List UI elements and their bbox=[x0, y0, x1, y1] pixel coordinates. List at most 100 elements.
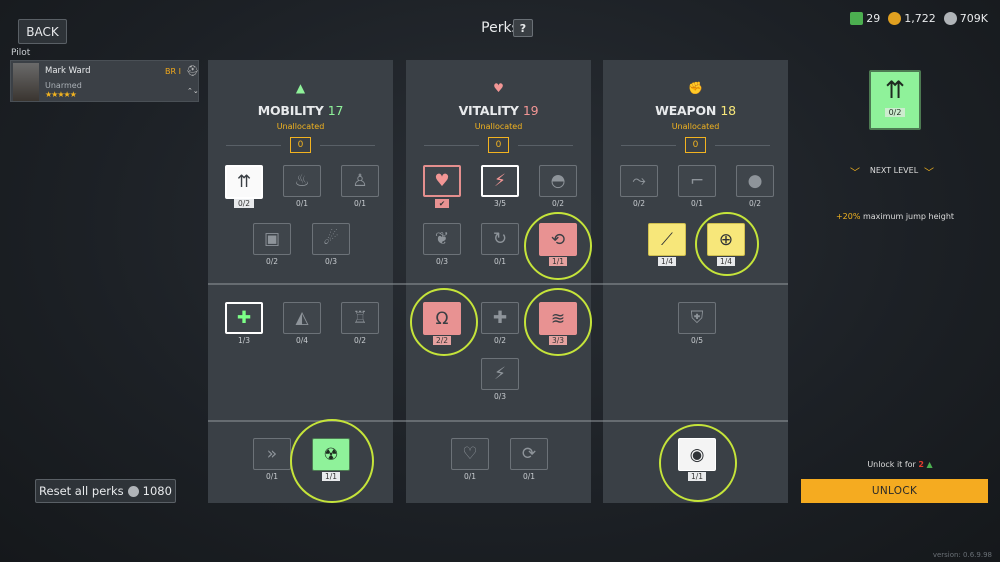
backpack-icon: ▣ bbox=[253, 223, 291, 255]
perk-count: 1/1 bbox=[687, 472, 707, 481]
help-button[interactable]: ? bbox=[513, 19, 533, 37]
vitality-subtitle: Unallocated bbox=[474, 122, 523, 131]
vitality-points: 19 bbox=[522, 103, 539, 118]
silver-coin-icon bbox=[127, 485, 139, 497]
perk-cycle[interactable]: ⟲ 1/1 bbox=[538, 223, 578, 266]
perk-slide[interactable]: ⤳ 0/2 bbox=[619, 165, 659, 208]
perk-count: 1/1 bbox=[321, 472, 341, 481]
weapon-points: 18 bbox=[720, 103, 736, 118]
slide-icon: ⤳ bbox=[620, 165, 658, 197]
mobility-subtitle: Unallocated bbox=[276, 122, 325, 131]
perk-throw[interactable]: ☄ 0/3 bbox=[311, 223, 351, 266]
column-mobility: ▲ MOBILITY 17 Unallocated 0 ⇈ 0/2 ♨ 0/1 ♙ 0… bbox=[208, 60, 393, 503]
perk-backpack[interactable]: ▣ 0/2 bbox=[252, 223, 292, 266]
perk-lungs[interactable]: ❦ 0/3 bbox=[422, 223, 462, 266]
perk-sprint[interactable]: ♖ 0/2 bbox=[340, 302, 380, 345]
weapon-icon: ✊ bbox=[688, 81, 703, 95]
perk-count: 0/1 bbox=[295, 199, 309, 208]
perk-flame[interactable]: ♨ 0/1 bbox=[282, 165, 322, 208]
wings-icon: ≋ bbox=[539, 302, 577, 335]
pistol-icon: ⌐ bbox=[678, 165, 716, 197]
token-amount: 29 bbox=[866, 12, 881, 25]
weapon-title-label: WEAPON bbox=[655, 103, 717, 118]
vitality-icon: ♥ bbox=[493, 81, 504, 95]
currency-silver: 709K bbox=[943, 12, 988, 25]
pilot-card[interactable]: Mark Ward Unarmed ★★★★★ BR I ⛑ ⌃⌄ bbox=[10, 60, 199, 102]
eye-icon: ◉ bbox=[678, 438, 716, 471]
vitality-title-label: VITALITY bbox=[458, 103, 519, 118]
perk-knife[interactable]: ⟋ 1/4 bbox=[647, 223, 687, 266]
perk-count: 0/3 bbox=[324, 257, 338, 266]
chevron-down-icon: ﹀ bbox=[924, 168, 934, 179]
shock-icon: ⚡ bbox=[481, 165, 519, 197]
currency-tokens: 29 bbox=[850, 12, 880, 25]
perk-count: 2/2 bbox=[432, 336, 452, 345]
perk-count: 0/4 bbox=[295, 336, 309, 345]
perk-medkit-speed[interactable]: ✚ 1/3 bbox=[224, 302, 264, 345]
perk-wings[interactable]: ≋ 3/3 bbox=[538, 302, 578, 345]
mobility-points: 17 bbox=[327, 103, 344, 118]
swap-icon[interactable]: ⌃⌄ bbox=[187, 87, 199, 95]
jump-height-icon: ⇈ bbox=[884, 76, 906, 104]
tier-divider bbox=[208, 283, 788, 285]
version-label: version: 0.6.9.98 bbox=[932, 551, 992, 559]
divider-line bbox=[715, 145, 770, 146]
climb-icon: ◭ bbox=[283, 302, 321, 334]
silver-amount: 709K bbox=[959, 12, 988, 25]
pilot-section-label: Pilot bbox=[11, 48, 31, 58]
reset-label: Reset all perks bbox=[39, 484, 124, 498]
pilot-stars: ★★★★★ bbox=[45, 90, 77, 99]
weapon-title: WEAPON 18 bbox=[603, 103, 788, 118]
column-vitality: ♥ VITALITY 19 Unallocated 0 ♥ ✔ ⚡ 3/5 ◓ 0/2… bbox=[406, 60, 591, 503]
gold-amount: 1,722 bbox=[904, 12, 936, 25]
perk-magnet[interactable]: Ω 2/2 bbox=[422, 302, 462, 345]
divider-line bbox=[518, 145, 573, 146]
perk-eye[interactable]: ◉ 1/1 bbox=[677, 438, 717, 481]
perk-grenade[interactable]: ● 0/2 bbox=[735, 165, 775, 208]
unlock-cost: Unlock it for 2 ▲ bbox=[845, 460, 955, 469]
perk-heart-up[interactable]: ♡ 0/1 bbox=[450, 438, 490, 481]
jump-height-icon: ⇈ bbox=[225, 165, 263, 199]
perk-dash[interactable]: » 0/1 bbox=[252, 438, 292, 481]
perk-heart-check[interactable]: ♥ ✔ bbox=[422, 165, 462, 208]
sprint-icon: ♖ bbox=[341, 302, 379, 334]
grenade-icon: ● bbox=[736, 165, 774, 197]
silver-coin-icon bbox=[943, 12, 957, 25]
pilot-weapon: Unarmed bbox=[45, 81, 82, 90]
perk-climb[interactable]: ◭ 0/4 bbox=[282, 302, 322, 345]
unlock-button[interactable]: UNLOCK bbox=[801, 479, 988, 503]
mobility-title: MOBILITY 17 bbox=[208, 103, 393, 118]
perk-count: 3/3 bbox=[548, 336, 568, 345]
perk-shock[interactable]: ⚡ 3/5 bbox=[480, 165, 520, 208]
dash-icon: » bbox=[253, 438, 291, 470]
selected-perk-preview: ⇈ 0/2 bbox=[869, 70, 921, 130]
back-button[interactable]: BACK bbox=[18, 19, 67, 44]
perk-count: 1/4 bbox=[657, 257, 677, 266]
shield-icon: ⛨ bbox=[678, 302, 716, 334]
perk-check: ✔ bbox=[434, 199, 450, 208]
perk-jump-height[interactable]: ⇈ 0/2 bbox=[224, 165, 264, 208]
perk-target[interactable]: ⊕ 1/4 bbox=[706, 223, 746, 266]
perk-sit[interactable]: ♙ 0/1 bbox=[340, 165, 380, 208]
perk-recharge[interactable]: ↻ 0/1 bbox=[480, 223, 520, 266]
bonus-text: maximum jump height bbox=[860, 212, 955, 221]
energy-up-icon: ⚡ bbox=[481, 358, 519, 390]
regen-icon: ⟳ bbox=[510, 438, 548, 470]
perk-shield[interactable]: ⛨ 0/5 bbox=[677, 302, 717, 345]
mobility-title-label: MOBILITY bbox=[257, 103, 324, 118]
pilot-avatar bbox=[13, 63, 39, 101]
weapon-unallocated: 0 bbox=[685, 137, 706, 153]
perk-helmet[interactable]: ◓ 0/2 bbox=[538, 165, 578, 208]
divider-line bbox=[424, 145, 479, 146]
perk-energy-up[interactable]: ⚡ 0/3 bbox=[480, 358, 520, 401]
perk-pistol[interactable]: ⌐ 0/1 bbox=[677, 165, 717, 208]
perk-count: 0/2 bbox=[233, 199, 255, 208]
perk-count: 1/1 bbox=[548, 257, 568, 266]
heart-check-icon: ♥ bbox=[423, 165, 461, 197]
reset-perks-button[interactable]: Reset all perks 1080 bbox=[35, 479, 176, 503]
perk-health-up[interactable]: ✚ 0/2 bbox=[480, 302, 520, 345]
perk-regen[interactable]: ⟳ 0/1 bbox=[509, 438, 549, 481]
perk-radiation-head[interactable]: ☢ 1/1 bbox=[311, 438, 351, 481]
perk-count: 0/1 bbox=[522, 472, 536, 481]
perk-count: 0/3 bbox=[435, 257, 449, 266]
